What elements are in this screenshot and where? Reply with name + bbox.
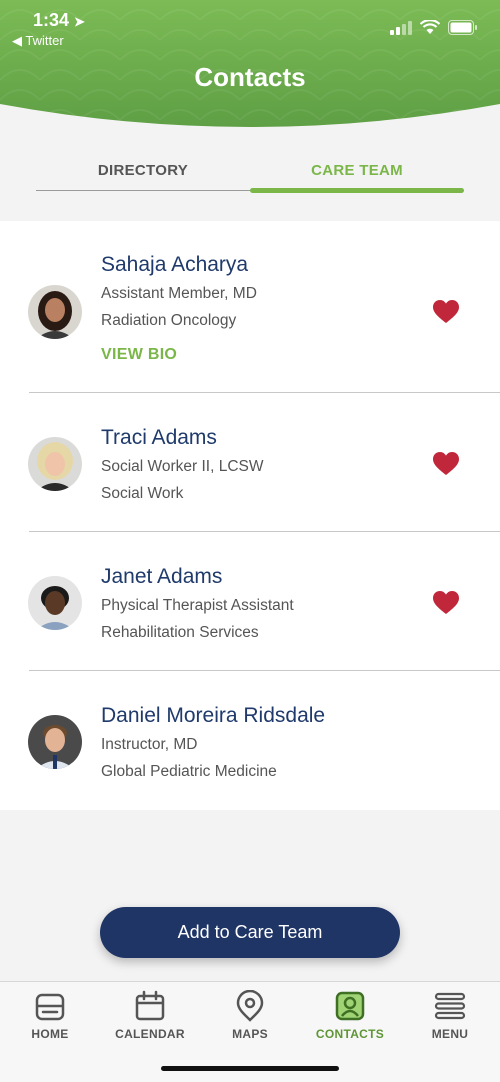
avatar [28,285,82,339]
avatar [28,576,82,630]
tabbar-label: MENU [431,1027,469,1041]
header: 1:34 ➤ ◀ Twitter Contacts [0,0,500,135]
contact-card[interactable]: Daniel Moreira Ridsdale Instructor, MD G… [0,671,500,810]
location-arrow-icon: ➤ [74,14,85,29]
tabbar-item-menu[interactable]: MENU [400,990,500,1041]
segment-tabs: DIRECTORY CARE TEAM [36,150,464,194]
tab-care-team[interactable]: CARE TEAM [250,162,464,179]
status-time: 1:34 ➤ [33,10,85,30]
tabbar-item-maps[interactable]: MAPS [200,990,300,1041]
favorite-heart-icon[interactable] [433,452,459,476]
contact-title: Instructor, MD [101,736,198,753]
back-to-app-link[interactable]: ◀ Twitter [12,33,64,49]
contact-card[interactable]: Sahaja Acharya Assistant Member, MD Radi… [0,221,500,393]
tabbar-label: CALENDAR [115,1027,185,1041]
page-title: Contacts [194,62,306,92]
tabbar-item-home[interactable]: HOME [0,990,100,1041]
calendar-icon [135,990,165,1021]
avatar [28,715,82,769]
avatar [28,437,82,491]
tabbar-label: HOME [31,1027,69,1041]
home-indicator[interactable] [161,1066,339,1071]
wifi-icon [420,20,440,34]
contact-department: Social Work [101,485,184,502]
tabbar-label: MAPS [232,1027,268,1041]
contact-name[interactable]: Sahaja Acharya [101,253,248,277]
contact-title: Assistant Member, MD [101,285,257,302]
contact-card[interactable]: Janet Adams Physical Therapist Assistant… [0,532,500,671]
tabbar-item-contacts[interactable]: CONTACTS [300,990,400,1041]
contact-title: Physical Therapist Assistant [101,597,294,614]
favorite-heart-icon[interactable] [433,300,459,324]
favorite-heart-icon[interactable] [433,591,459,615]
tab-directory[interactable]: DIRECTORY [36,162,250,179]
tabbar-label: CONTACTS [315,1027,385,1041]
contact-name[interactable]: Traci Adams [101,426,217,450]
contact-department: Global Pediatric Medicine [101,763,277,780]
tab-underline [36,190,250,191]
battery-icon [448,20,477,35]
menu-icon [434,992,466,1020]
contact-name[interactable]: Janet Adams [101,565,222,589]
contact-department: Rehabilitation Services [101,624,259,641]
add-to-care-team-button[interactable]: Add to Care Team [100,907,400,958]
home-icon [35,993,65,1021]
tab-active-indicator [250,188,464,193]
contact-card[interactable]: Traci Adams Social Worker II, LCSW Socia… [0,393,500,532]
view-bio-link[interactable]: VIEW BIO [101,346,177,364]
status-icons [390,20,478,35]
contact-department: Radiation Oncology [101,312,237,329]
contacts-icon [335,991,365,1021]
tabbar-item-calendar[interactable]: CALENDAR [100,990,200,1041]
map-pin-icon [236,990,264,1022]
contact-list: Sahaja Acharya Assistant Member, MD Radi… [0,221,500,810]
contact-title: Social Worker II, LCSW [101,458,264,475]
contact-name[interactable]: Daniel Moreira Ridsdale [101,704,325,728]
signal-icon [390,20,412,35]
